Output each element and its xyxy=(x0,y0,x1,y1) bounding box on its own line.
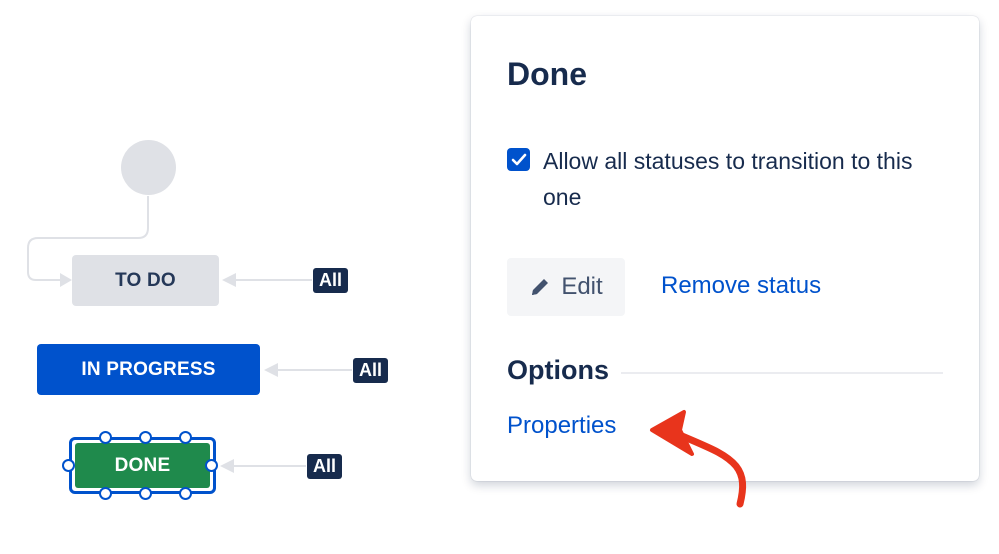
options-heading: Options xyxy=(507,355,609,385)
allow-all-label: Allow all statuses to transition to this… xyxy=(543,148,913,210)
resize-handle[interactable] xyxy=(139,487,152,500)
status-done-selected[interactable]: DONE xyxy=(62,431,218,500)
properties-link[interactable]: Properties xyxy=(507,412,616,440)
resize-handle[interactable] xyxy=(139,431,152,444)
status-in-progress[interactable]: IN PROGRESS xyxy=(37,344,260,395)
allow-all-checkbox[interactable] xyxy=(507,148,530,171)
edit-button[interactable]: Edit xyxy=(507,258,625,316)
status-todo[interactable]: TO DO xyxy=(72,255,219,306)
transition-badge-all[interactable]: All xyxy=(353,358,389,383)
options-divider xyxy=(621,372,943,374)
resize-handle[interactable] xyxy=(62,459,75,472)
resize-handle[interactable] xyxy=(99,431,112,444)
transition-badge-all[interactable]: All xyxy=(313,268,349,293)
pencil-icon xyxy=(532,279,549,295)
resize-handle[interactable] xyxy=(99,487,112,500)
status-done[interactable]: DONE xyxy=(75,443,210,488)
edit-button-label: Edit xyxy=(561,273,603,300)
remove-status-link[interactable]: Remove status xyxy=(661,272,821,300)
resize-handle[interactable] xyxy=(205,459,218,472)
transition-badge-all[interactable]: All xyxy=(307,454,343,479)
resize-handle[interactable] xyxy=(179,431,192,444)
start-node[interactable] xyxy=(121,140,176,195)
checkmark-icon xyxy=(511,153,526,165)
panel-title: Done xyxy=(507,56,587,92)
resize-handle[interactable] xyxy=(179,487,192,500)
annotation-arrow xyxy=(650,410,747,508)
